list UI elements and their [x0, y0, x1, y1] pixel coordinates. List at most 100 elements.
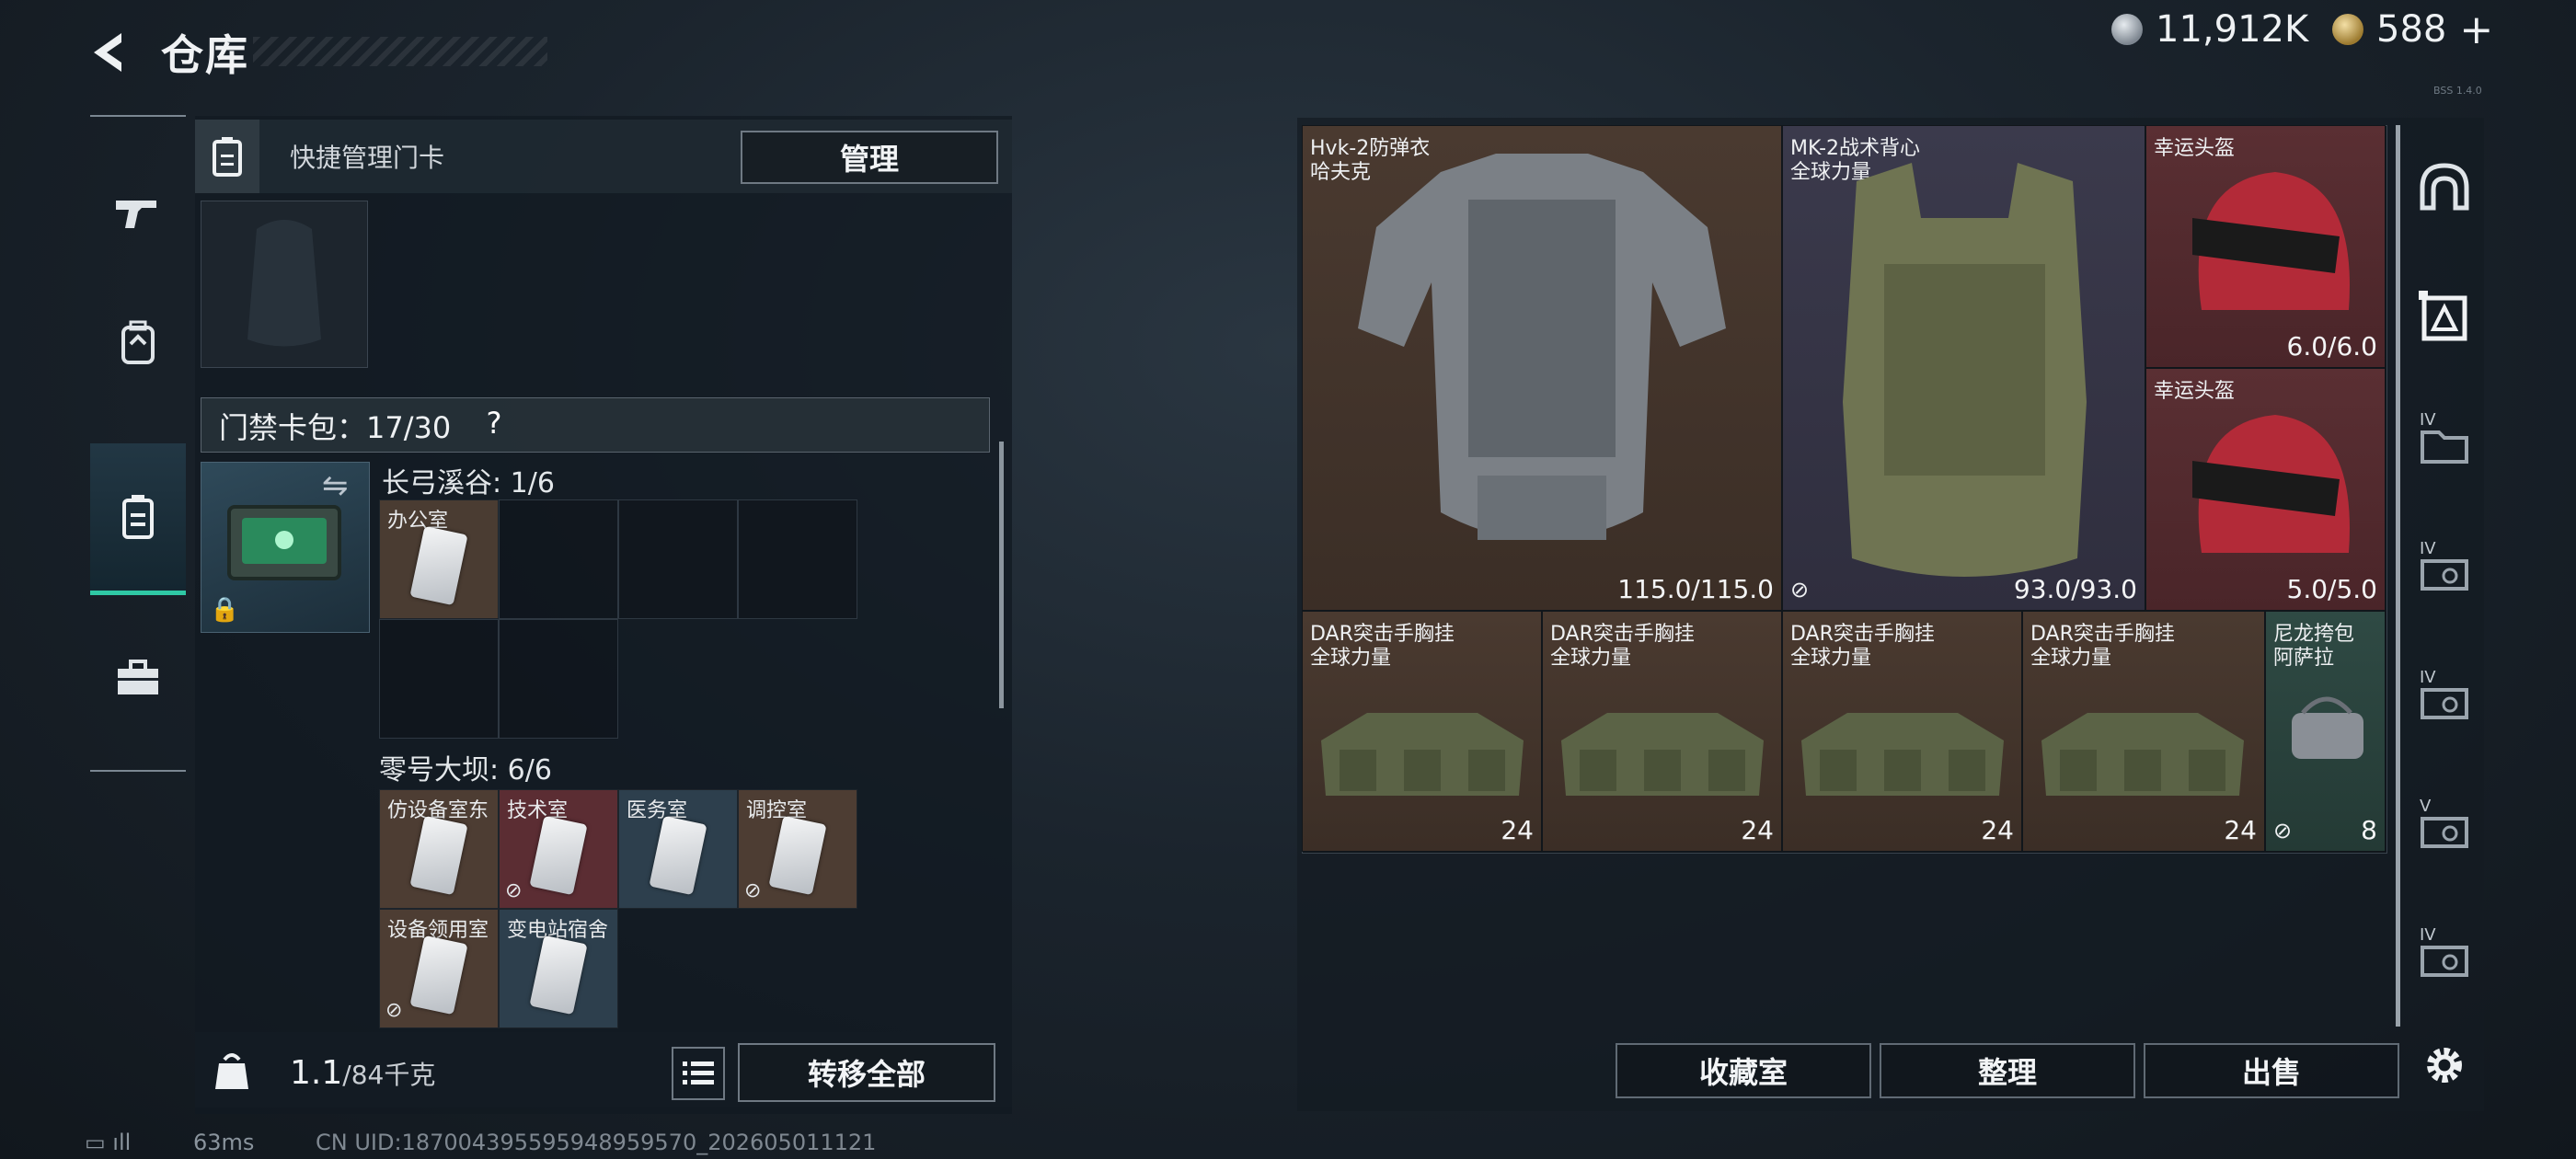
silver-currency[interactable]: 11,912K [2111, 0, 2308, 59]
title-decoration [253, 37, 547, 66]
keycard-image [768, 815, 827, 896]
item-durability: 93.0/93.0 [2013, 574, 2137, 604]
rail-item-helmet[interactable] [2403, 136, 2486, 237]
right-scrollbar[interactable] [2396, 125, 2400, 1027]
keycard-pack-icon [122, 495, 154, 539]
silver-currency-value: 11,912K [2156, 8, 2309, 51]
no-carry-icon: ⊘ [744, 879, 762, 902]
carry-weight-max: /84千克 [342, 1060, 436, 1090]
tier-tag: IV [2420, 539, 2436, 558]
silver-coin-icon [2111, 14, 2143, 45]
list-view-button[interactable] [672, 1047, 725, 1100]
grid-cell [499, 499, 618, 619]
tier-tag: IV [2420, 668, 2436, 687]
carry-weight: 1.1/84千克 [290, 1054, 435, 1092]
ping-label: 63ms [193, 1130, 255, 1155]
item-nylon-bag[interactable]: 尼龙挎包 阿萨拉 ⊘ 8 [2265, 611, 2386, 852]
rail-item-tier-iv-2[interactable]: IV [2403, 522, 2486, 624]
left-scrollbar[interactable] [999, 442, 1004, 708]
section-title-longbow: 长弓溪谷: 1/6 [382, 467, 555, 499]
back-button[interactable] [85, 28, 134, 77]
rail-item-tier-iv-3[interactable]: IV [2403, 651, 2486, 752]
item-lucky-helmet[interactable]: 幸运头盔 6.0/6.0 [2145, 125, 2386, 368]
item-dar-chest-rig[interactable]: DAR突击手胸挂 全球力量 24 [1542, 611, 1782, 852]
page-title: 仓库 [161, 30, 249, 80]
gold-currency-value: 588 [2376, 8, 2447, 51]
battery-signal-icon: ▭ ıll [85, 1130, 132, 1155]
left-category-rail [90, 115, 186, 772]
grid-cell [379, 619, 499, 739]
item-capacity: 24 [1741, 815, 1774, 845]
manage-button[interactable]: 管理 [741, 131, 998, 184]
item-capacity: 24 [2224, 815, 2257, 845]
section-title-zero-dam: 零号大坝: 6/6 [379, 754, 552, 786]
lock-icon: 🔒 [210, 596, 240, 624]
keycard-image [409, 935, 468, 1016]
keycard-holder-icon [213, 137, 242, 177]
sort-button[interactable]: 整理 [1880, 1043, 2135, 1098]
collection-room-button[interactable]: 收藏室 [1616, 1043, 1871, 1098]
backpack-slot[interactable] [201, 201, 368, 368]
keycard-image [529, 935, 588, 1016]
add-currency-button[interactable]: + [2459, 6, 2493, 53]
gold-currency[interactable]: 588 + [2332, 0, 2493, 59]
list-icon [683, 1061, 714, 1084]
item-capacity: 24 [1501, 815, 1534, 845]
no-carry-icon: ⊘ [2273, 818, 2293, 843]
tier-tag: IV [2420, 410, 2436, 430]
item-lucky-helmet[interactable]: 幸运头盔 5.0/5.0 [2145, 368, 2386, 611]
grid-cell [499, 619, 618, 739]
item-mk2-vest[interactable]: MK-2战术背心 全球力量 ⊘ 93.0/93.0 [1782, 125, 2145, 611]
keycard-item[interactable]: 技术室 ⊘ [499, 789, 618, 909]
keycard-pack-count: 门禁卡包：17/30 [219, 410, 452, 445]
armor-icon [2419, 291, 2467, 341]
keycard-office[interactable]: 办公室 [379, 499, 499, 619]
tier-tag: V [2420, 797, 2432, 816]
grid-cell [738, 499, 857, 619]
pistol-icon [116, 201, 156, 228]
item-dar-chest-rig[interactable]: DAR突击手胸挂 全球力量 24 [1302, 611, 1542, 852]
help-icon[interactable]: ? [474, 403, 514, 443]
backpack-icon [121, 320, 155, 364]
carry-weight-value: 1.1 [290, 1054, 343, 1092]
item-durability: 115.0/115.0 [1617, 574, 1774, 604]
item-durability: 5.0/5.0 [2286, 574, 2378, 604]
keycard-item[interactable]: 仿设备室东 [379, 789, 499, 909]
keycard-item[interactable]: 变电站宿舍 [499, 909, 618, 1028]
item-dar-chest-rig[interactable]: DAR突击手胸挂 全球力量 24 [1782, 611, 2022, 852]
keycard-image [529, 815, 588, 896]
sell-button[interactable]: 出售 [2144, 1043, 2399, 1098]
back-arrow-icon [94, 33, 121, 72]
keycard-item[interactable]: 调控室 ⊘ [738, 789, 857, 909]
swap-icon[interactable]: ⇋ [322, 467, 349, 504]
keycard-image [649, 815, 707, 896]
rail-item-weapons[interactable] [90, 163, 186, 264]
rail-item-backpack[interactable] [90, 292, 186, 393]
weight-icon [204, 1043, 259, 1098]
keycard-item[interactable]: 设备领用室 ⊘ [379, 909, 499, 1028]
no-carry-icon: ⊘ [385, 999, 403, 1022]
no-carry-icon: ⊘ [505, 879, 523, 902]
helmet-icon [2420, 163, 2469, 211]
rail-item-briefcase[interactable] [90, 627, 186, 729]
gear-icon [2427, 1048, 2462, 1083]
rail-item-tier-iv-1[interactable]: IV [2403, 394, 2486, 495]
rail-item-keycards[interactable] [90, 443, 186, 595]
item-hvk2-armor[interactable]: Hvk-2防弹衣 哈夫克 115.0/115.0 [1302, 125, 1782, 611]
keycard-image [409, 525, 468, 606]
keycard-item[interactable]: 医务室 [618, 789, 738, 909]
rail-item-tier-v[interactable]: V [2403, 780, 2486, 881]
quick-manage-icon-box [195, 120, 259, 193]
backpack-silhouette-icon [247, 220, 321, 347]
settings-button[interactable] [2403, 1024, 2486, 1107]
briefcase-icon [118, 660, 158, 694]
no-carry-icon: ⊘ [1790, 577, 1810, 602]
transfer-all-button[interactable]: 转移全部 [738, 1043, 995, 1102]
uid-label: CN UID:18700439559594895957​0_2026050111… [316, 1130, 877, 1155]
item-dar-chest-rig[interactable]: DAR突击手胸挂 全球力量 24 [2022, 611, 2265, 852]
rail-item-tier-iv-4[interactable]: IV [2403, 909, 2486, 1010]
grid-cell [618, 499, 738, 619]
item-capacity: 24 [1981, 815, 2014, 845]
rail-item-armor[interactable] [2403, 265, 2486, 366]
item-durability: 6.0/6.0 [2286, 331, 2378, 361]
